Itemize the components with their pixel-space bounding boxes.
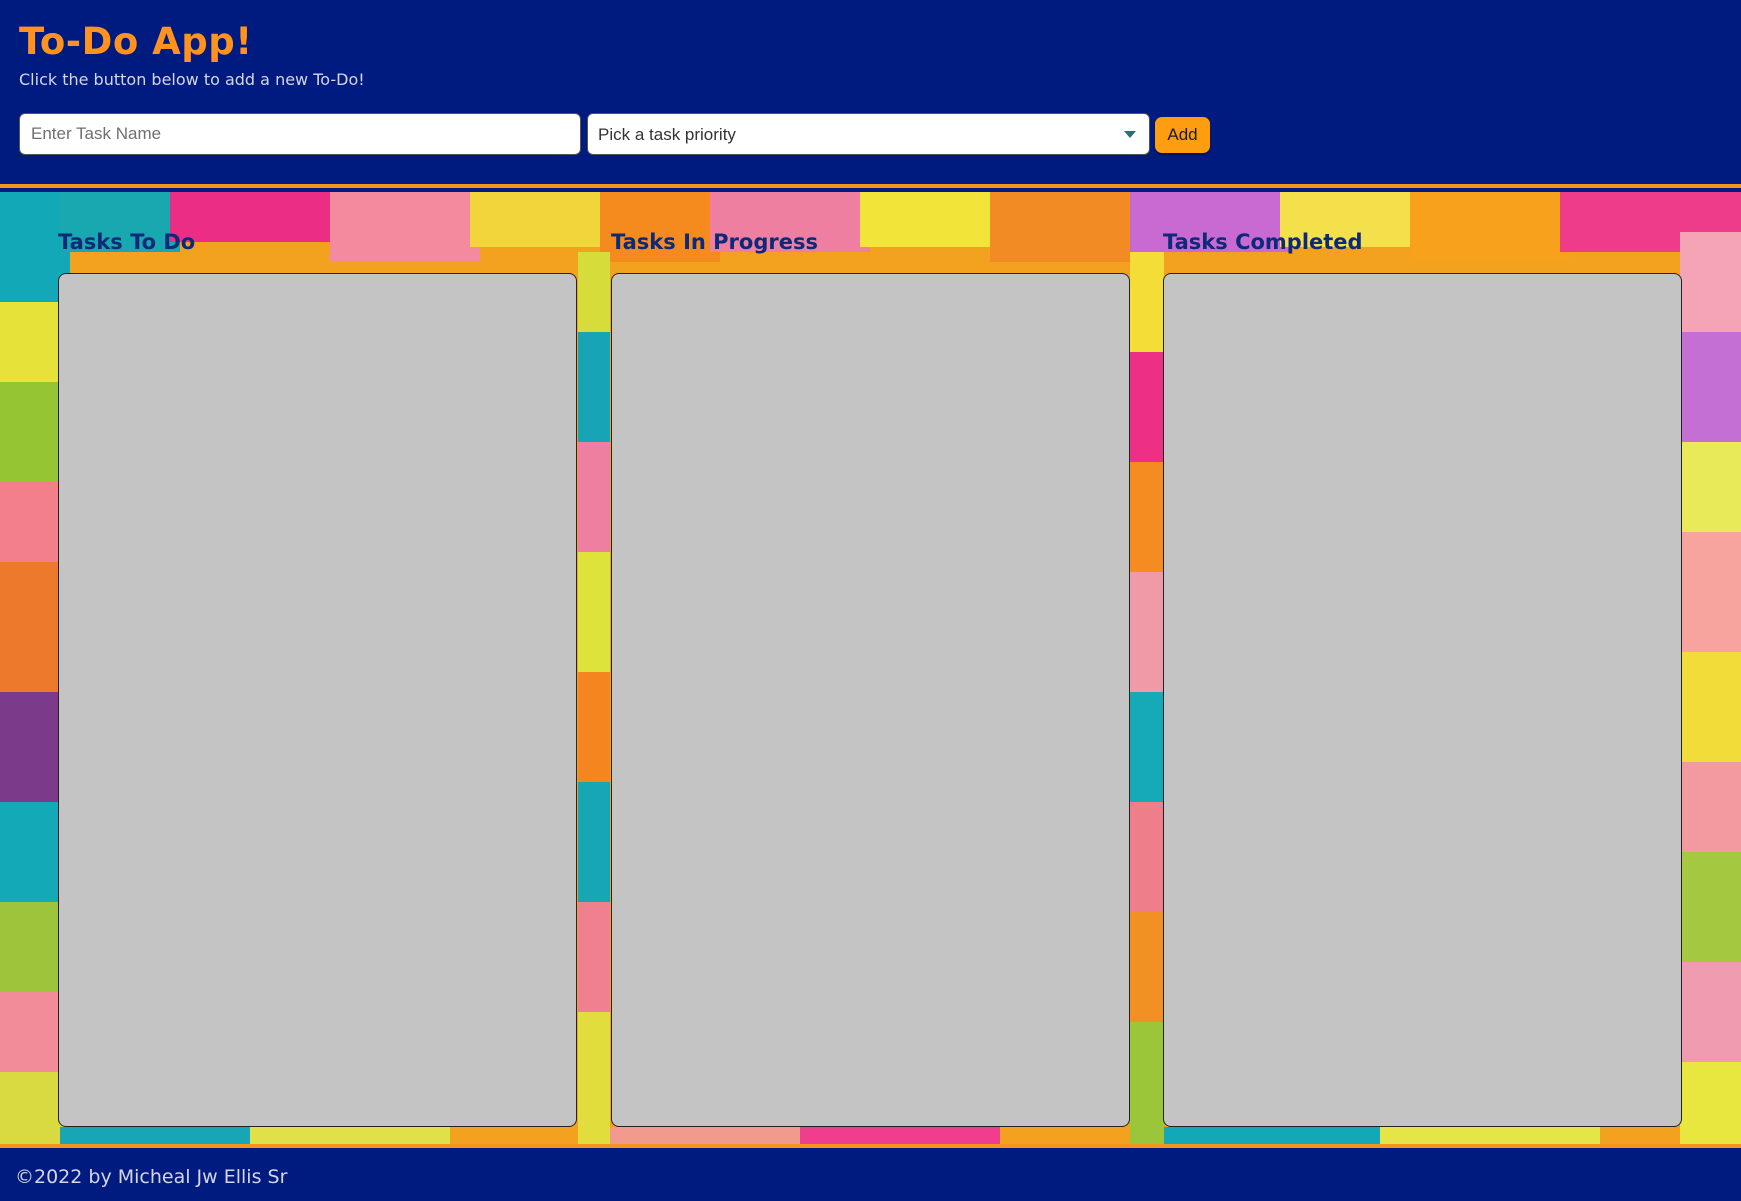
in-progress-task-list[interactable]	[611, 273, 1130, 1127]
priority-select-value: Pick a task priority	[598, 125, 736, 144]
completed-task-list[interactable]	[1163, 273, 1682, 1127]
chevron-down-icon	[1124, 131, 1136, 138]
app-subtitle: Click the button below to add a new To-D…	[19, 70, 365, 89]
task-board: Tasks To Do Tasks In Progress Tasks Comp…	[0, 192, 1741, 1144]
column-title-todo: Tasks To Do	[58, 230, 196, 254]
footer: ©2022 by Micheal Jw Ellis Sr	[0, 1144, 1741, 1201]
header: To-Do App! Click the button below to add…	[0, 0, 1741, 188]
app-title: To-Do App!	[19, 20, 253, 63]
column-title-completed: Tasks Completed	[1163, 230, 1363, 254]
todo-task-list[interactable]	[58, 273, 577, 1127]
add-button[interactable]: Add	[1155, 117, 1210, 153]
priority-select[interactable]: Pick a task priority	[587, 113, 1150, 155]
task-name-input[interactable]	[19, 113, 581, 155]
footer-copyright: ©2022 by Micheal Jw Ellis Sr	[15, 1166, 288, 1188]
column-title-in-progress: Tasks In Progress	[611, 230, 818, 254]
